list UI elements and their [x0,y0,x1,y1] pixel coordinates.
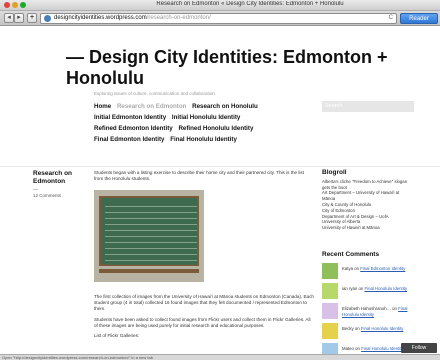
search-placeholder: Search [325,103,343,109]
chalkboard-ledge [99,269,199,273]
nav-item-initial-honolulu[interactable]: Initial Honolulu Identity [172,114,240,121]
reload-icon[interactable]: C [389,14,393,23]
chalkboard-photo[interactable] [94,190,204,282]
comment-on: on [392,306,397,311]
nav-item-refined-honolulu[interactable]: Refined Honolulu Identity [178,125,253,132]
window-titlebar: Research on Edmonton « Design City Ident… [0,0,440,11]
blogroll-list: Alberta's cliche "Freedom to Achieve" sl… [322,179,422,231]
nav-item-final-edmonton[interactable]: Final Edmonton Identity [94,136,164,143]
comment-author[interactable]: Becky [342,326,354,331]
recent-comment-item: Elizabeth Hahoshranoh… on Final Honolulu… [322,303,422,323]
avatar[interactable] [322,323,338,339]
divider [0,166,440,167]
post-paragraph: List of Flickr Galleries: [94,333,140,339]
back-button[interactable]: ◂ [4,13,14,23]
comment-on: on [354,266,359,271]
blogroll-link[interactable]: University of Hawai'i at Mānoa [322,225,422,231]
post-intro: Students began with a listing exercise t… [94,170,314,186]
main-navigation: Home Research on Edmonton Research on Ho… [94,101,314,145]
comment-on: on [354,326,360,331]
recent-comment-item: Katya on Final Edmonton Identity [322,263,422,283]
nav-item-research-honolulu[interactable]: Research on Honolulu [192,103,258,110]
nav-item-home[interactable]: Home [94,103,111,110]
comment-post-link[interactable]: Final Honolulu Identity [364,286,407,291]
web-page: — Design City Identities: Edmonton + Hon… [0,27,440,354]
recent-comments-list: Katya on Final Edmonton Identity ian rya… [322,263,422,354]
reader-button[interactable]: Reader [400,13,438,24]
nav-item-final-honolulu[interactable]: Final Honolulu Identity [170,136,237,143]
recent-comment-item: Becky on Final Honolulu Identity [322,323,422,343]
status-text: Open "http://designcityidentities.wordpr… [2,355,153,360]
comment-post-link[interactable]: Final Honolulu Identity [361,346,404,351]
sidebar: Blogroll Alberta's cliche "Freedom to Ac… [322,169,422,231]
avatar[interactable] [322,343,338,354]
recent-comment-text: ian ryan on Final Honolulu Identity [342,286,422,292]
chalk-writing [105,201,197,265]
address-bar[interactable]: designcityidentities.wordpress.com/resea… [40,13,397,24]
recent-comments-heading: Recent Comments [322,251,380,258]
post-intro-text: Students began with a listing exercise t… [94,170,304,182]
search-input[interactable]: Search [322,101,414,112]
site-title[interactable]: — Design City Identities: Edmonton + Hon… [66,47,406,89]
post-body: The first collection of images from the … [94,294,314,343]
url-path: /research-on-edmonton/ [146,15,211,21]
recent-comment-text: Elizabeth Hahoshranoh… on Final Honolulu… [342,306,422,317]
post-paragraph: The first collection of images from the … [94,294,314,312]
comment-author[interactable]: ian ryan [342,286,357,291]
avatar[interactable] [322,263,338,279]
follow-button[interactable]: Follow [401,343,437,353]
comment-post-link[interactable]: Final Honolulu Identity [361,326,404,331]
comment-author[interactable]: Elizabeth Hahoshranoh… [342,306,391,311]
comment-on: on [355,346,360,351]
avatar[interactable] [322,283,338,299]
comment-author[interactable]: Mateo [342,346,354,351]
zoom-window-button[interactable] [20,2,26,8]
status-bar: Open "http://designcityidentities.wordpr… [0,354,440,360]
recent-comment-item: ian ryan on Final Honolulu Identity [322,283,422,303]
browser-toolbar: ◂ ▸ + designcityidentities.wordpress.com… [0,11,440,26]
site-tagline: Exploring issues of culture, communicati… [94,91,215,96]
comment-on: on [358,286,364,291]
site-favicon-icon [44,15,51,22]
recent-comment-text: Katya on Final Edmonton Identity [342,266,422,272]
comment-author[interactable]: Katya [342,266,353,271]
nav-item-refined-edmonton[interactable]: Refined Edmonton Identity [94,125,173,132]
comment-post-link[interactable]: Final Edmonton Identity [360,266,405,271]
post-paragraph: Students have been asked to collect foun… [94,316,311,328]
comments-link[interactable]: 12 Comments [33,193,61,198]
add-bookmark-button[interactable]: + [27,13,37,23]
post-title[interactable]: Research on Edmonton [33,170,85,186]
recent-comment-text: Becky on Final Honolulu Identity [342,326,422,332]
blogroll-link[interactable]: Alberta's cliche "Freedom to Achieve" sl… [322,179,422,185]
forward-button[interactable]: ▸ [14,13,24,23]
minimize-window-button[interactable] [12,2,18,8]
blogroll-heading: Blogroll [322,169,347,176]
url-host: designcityidentities.wordpress.com [54,15,147,21]
nav-item-initial-edmonton[interactable]: Initial Edmonton Identity [94,114,166,121]
chalkboard-surface [99,196,199,266]
window-title: Research on Edmonton « Design City Ident… [156,1,344,7]
avatar[interactable] [322,303,338,319]
nav-item-research-edmonton[interactable]: Research on Edmonton [117,103,186,110]
close-window-button[interactable] [4,2,10,8]
